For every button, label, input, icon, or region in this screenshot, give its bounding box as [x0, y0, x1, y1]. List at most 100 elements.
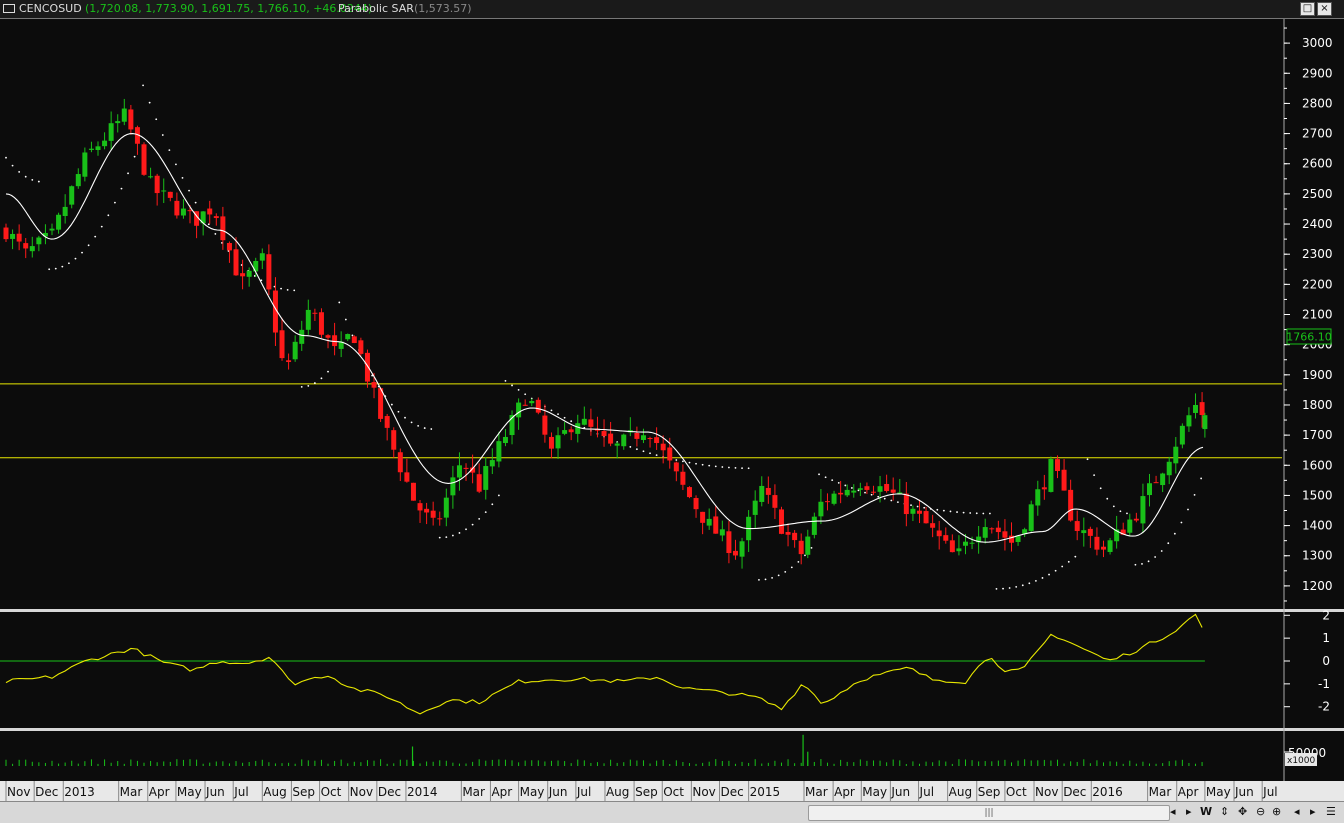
candle-body: [640, 435, 646, 440]
sar-dot: [890, 499, 893, 502]
sar-dot: [629, 446, 632, 448]
sar-dot: [777, 574, 780, 577]
sar-dot: [642, 450, 645, 453]
sar-dot: [721, 466, 724, 468]
sar-dot: [1160, 550, 1163, 552]
candle-body: [1107, 540, 1113, 552]
candle-body: [1002, 531, 1008, 538]
candle-body: [102, 140, 108, 147]
candle-body: [785, 531, 791, 535]
sar-dot: [1093, 474, 1096, 477]
candle-body: [108, 123, 114, 141]
date-tick-label: Oct: [1006, 785, 1027, 799]
sar-dot: [1054, 569, 1057, 572]
list-icon[interactable]: ☰: [1326, 805, 1336, 819]
price-tick-label: 1300: [1302, 549, 1333, 563]
candle-body: [1081, 530, 1087, 534]
zoom-in-icon[interactable]: ⊕: [1272, 805, 1281, 819]
sar-dot: [54, 267, 57, 270]
sar-dot: [747, 467, 750, 470]
date-tick-label: Mar: [462, 785, 485, 799]
candle-body: [246, 270, 252, 277]
left-icon[interactable]: ◂: [1170, 805, 1176, 819]
candle-body: [1015, 535, 1021, 542]
price-tick-label: 1200: [1302, 579, 1333, 593]
sar-dot: [214, 233, 217, 235]
candle-body: [69, 186, 75, 205]
date-tick-label: Nov: [692, 785, 715, 799]
up-down-icon[interactable]: ⇕: [1220, 805, 1229, 819]
candle-body: [575, 423, 581, 434]
candle-body: [391, 430, 397, 450]
price-tick-label: 2300: [1302, 247, 1333, 261]
sar-dot: [1112, 505, 1115, 508]
date-tick-label: Aug: [606, 785, 629, 799]
sar-dot: [31, 179, 34, 181]
candle-body: [1202, 415, 1208, 430]
sar-dot: [81, 251, 83, 254]
sar-dot: [883, 497, 886, 500]
sar-dot: [1002, 587, 1004, 590]
sar-dot: [837, 481, 840, 484]
scroll-thumb[interactable]: |||: [808, 805, 1170, 821]
scroll-right-icon[interactable]: ▸: [1310, 805, 1316, 819]
price-tick-label: 2700: [1302, 127, 1333, 141]
sar-dot: [563, 416, 566, 419]
date-tick-label: Sep: [978, 785, 1001, 799]
sar-dot: [1074, 555, 1077, 558]
sar-dot: [458, 532, 461, 534]
w-icon[interactable]: W: [1200, 805, 1212, 819]
close-button[interactable]: ×: [1317, 2, 1332, 16]
candle-body: [654, 437, 660, 444]
sar-dot: [430, 428, 433, 430]
scroll-bar[interactable]: ||| ◂ ▸ W ⇕ ✥ ⊖ ⊕ ◂ ▸ ☰: [0, 801, 1344, 823]
restore-button[interactable]: □: [1300, 2, 1315, 16]
candle-body: [949, 540, 955, 553]
candle-body: [148, 176, 154, 178]
candle-body: [332, 335, 338, 347]
sar-dot: [982, 512, 985, 515]
window-icon[interactable]: [3, 4, 15, 13]
sar-dot: [910, 504, 912, 507]
sar-dot: [351, 334, 354, 337]
candle-body: [726, 531, 732, 554]
date-tick-label: 2013: [64, 785, 95, 799]
candle-body: [581, 418, 587, 425]
candle-body: [831, 493, 837, 504]
sar-dot: [327, 370, 329, 373]
candle-body: [259, 253, 265, 261]
candle-body: [667, 447, 673, 461]
sar-dot: [94, 235, 97, 238]
candle-body: [555, 435, 561, 449]
date-tick-label: Jul: [576, 785, 591, 799]
sar-dot: [1061, 565, 1064, 568]
candle-body: [936, 530, 942, 537]
candle-body: [870, 491, 876, 493]
sar-dot: [1067, 560, 1070, 563]
sar-dot: [1015, 585, 1018, 588]
candle-body: [450, 477, 456, 496]
zoom-out-icon[interactable]: ⊖: [1256, 805, 1265, 819]
candle-body: [851, 490, 857, 493]
sar-dot: [1154, 556, 1157, 558]
scroll-left-icon[interactable]: ◂: [1294, 805, 1300, 819]
date-tick-label: Jun: [548, 785, 568, 799]
sar-dot: [286, 288, 289, 291]
candle-body: [1054, 459, 1060, 472]
date-tick-label: May: [520, 785, 545, 799]
date-tick-label: Oct: [321, 785, 342, 799]
chart-area[interactable]: 1200130014001500160017001800190020002100…: [0, 19, 1344, 801]
chart-background: [0, 19, 1344, 801]
date-tick-label: Dec: [1063, 785, 1086, 799]
candle-body: [279, 330, 285, 359]
right-icon[interactable]: ▸: [1186, 805, 1192, 819]
move-icon[interactable]: ✥: [1238, 805, 1247, 819]
candle-body: [1160, 473, 1166, 486]
sar-dot: [1200, 477, 1203, 480]
candle-body: [864, 486, 870, 490]
candle-body: [351, 336, 357, 344]
sar-dot: [37, 180, 40, 183]
candle-body: [686, 487, 692, 498]
candle-body: [161, 190, 167, 192]
candle-body: [397, 452, 403, 473]
